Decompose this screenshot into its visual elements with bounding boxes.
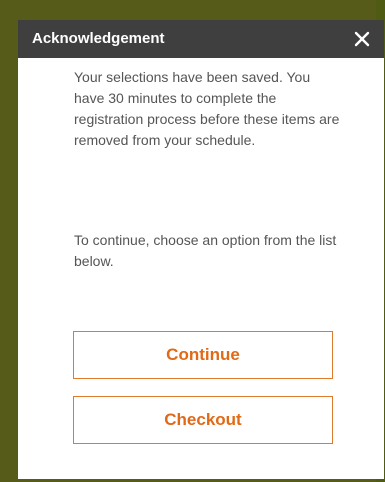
dialog-title: Acknowledgement [32,30,165,47]
close-button[interactable] [348,25,376,53]
continue-button[interactable]: Continue [73,331,333,379]
acknowledgement-dialog: Acknowledgement Your selections have bee… [18,20,384,479]
close-icon [354,31,370,47]
dialog-header: Acknowledgement [18,20,384,58]
instruction-message: To continue, choose an option from the l… [74,232,337,269]
saved-message: Your selections have been saved. You hav… [74,69,340,148]
checkout-button[interactable]: Checkout [73,396,333,444]
